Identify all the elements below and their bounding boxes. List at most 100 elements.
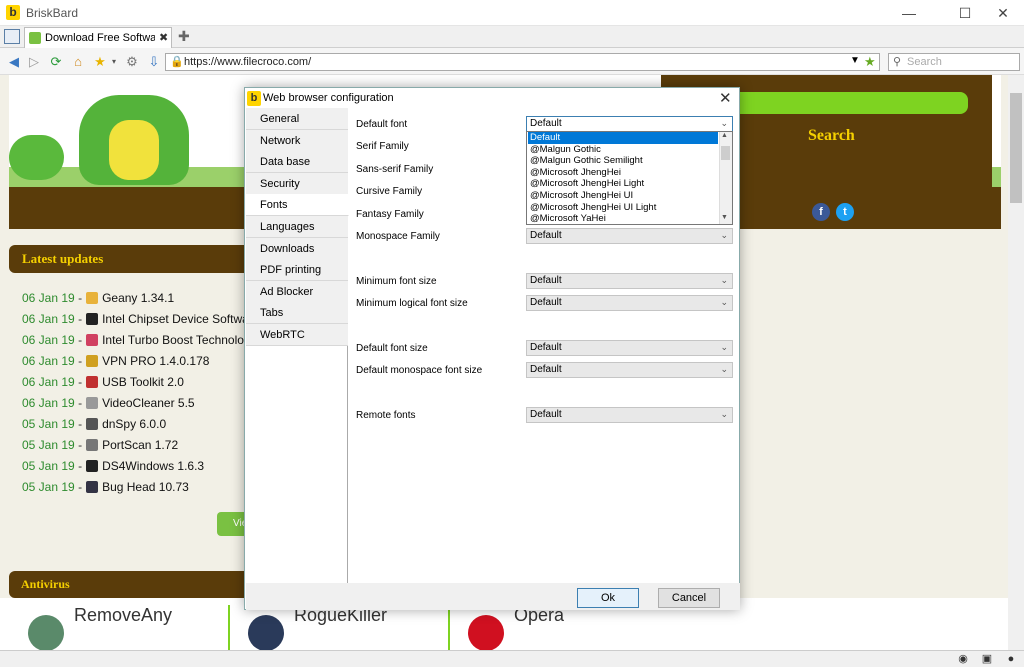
update-app-name[interactable]: Intel Chipset Device Softwar [102, 312, 253, 326]
update-app-name[interactable]: dnSpy 6.0.0 [102, 417, 166, 431]
cancel-button[interactable]: Cancel [658, 588, 720, 608]
default-font-select[interactable]: Default ⌄ [526, 116, 733, 132]
update-list-item[interactable]: 05 Jan 19 - DS4Windows 1.6.3 [22, 459, 204, 479]
update-list-item[interactable]: 06 Jan 19 - VideoCleaner 5.5 [22, 396, 195, 416]
update-app-name[interactable]: Bug Head 10.73 [102, 480, 189, 494]
home-icon[interactable]: ⌂ [70, 54, 86, 70]
close-window-button[interactable]: ✕ [980, 0, 1024, 26]
default-font-size-value: Default [530, 342, 562, 353]
update-separator: - [78, 375, 83, 389]
monospace-family-select[interactable]: Default ⌄ [526, 228, 733, 244]
update-separator: - [78, 396, 83, 410]
sidebar-item-webrtc[interactable]: WebRTC [246, 324, 348, 346]
crocodile-belly [109, 120, 159, 180]
font-option[interactable]: @Microsoft JhengHei UI [528, 190, 718, 202]
sidebar-item-pdf-printing[interactable]: PDF printing [246, 259, 348, 282]
ok-button[interactable]: Ok [577, 588, 639, 608]
default-font-value: Default [530, 118, 562, 129]
app-icon [86, 460, 99, 472]
update-list-item[interactable]: 05 Jan 19 - dnSpy 6.0.0 [22, 417, 166, 437]
sidebar-item-downloads[interactable]: Downloads [246, 237, 348, 260]
update-list-item[interactable]: 05 Jan 19 - PortScan 1.72 [22, 438, 178, 458]
update-date: 06 Jan 19 [22, 312, 75, 326]
update-list-item[interactable]: 06 Jan 19 - Geany 1.34.1 [22, 291, 174, 311]
update-separator: - [78, 291, 83, 305]
status-icon-1[interactable]: ◉ [956, 652, 970, 666]
tab-close-icon[interactable]: ✖ [159, 31, 168, 44]
scroll-down-icon[interactable]: ▼ [721, 214, 728, 221]
sidebar-item-ad-blocker[interactable]: Ad Blocker [246, 280, 348, 303]
new-tab-icon[interactable]: ✚ [178, 28, 190, 45]
font-option[interactable]: @Microsoft JhengHei [528, 167, 718, 179]
default-font-size-label: Default font size [356, 343, 428, 354]
site-search-button[interactable]: Search [808, 127, 855, 145]
default-font-size-select[interactable]: Default ⌄ [526, 340, 733, 356]
facebook-icon[interactable]: f [812, 203, 830, 221]
sidebar-item-languages[interactable]: Languages [246, 216, 348, 238]
page-scroll-thumb[interactable] [1010, 93, 1022, 203]
font-option[interactable]: Default [528, 132, 718, 144]
minimize-button[interactable]: — [886, 0, 932, 26]
font-option[interactable]: @Malgun Gothic Semilight [528, 155, 718, 167]
product-removeany[interactable]: RemoveAny [74, 605, 172, 626]
status-icon-2[interactable]: ▣ [980, 652, 994, 666]
font-option[interactable]: @Microsoft JhengHei Light [528, 178, 718, 190]
tab-filecroco[interactable]: Download Free Software f ✖ [24, 27, 172, 49]
update-list-item[interactable]: 06 Jan 19 - USB Toolkit 2.0 [22, 375, 184, 395]
back-icon[interactable]: ◀ [6, 54, 22, 70]
update-app-name[interactable]: Intel Turbo Boost Technolog [102, 333, 251, 347]
font-option[interactable]: @Microsoft YaHei [528, 213, 718, 224]
app-icon [86, 418, 99, 430]
update-list-item[interactable]: 05 Jan 19 - Bug Head 10.73 [22, 480, 189, 500]
update-app-name[interactable]: VideoCleaner 5.5 [102, 396, 195, 410]
update-app-name[interactable]: VPN PRO 1.4.0.178 [102, 354, 209, 368]
default-font-dropdown-list[interactable]: @Microsoft YaHei @Microsoft JhengHei UI L… [526, 131, 733, 225]
favorites-dropdown-icon[interactable]: ▾ [106, 54, 122, 70]
tab-list-icon[interactable] [4, 29, 20, 44]
update-list-item[interactable]: 06 Jan 19 - VPN PRO 1.4.0.178 [22, 354, 209, 374]
font-option[interactable]: @Microsoft JhengHei UI Light [528, 202, 718, 214]
roguekiller-logo-icon[interactable] [248, 615, 284, 650]
sidebar-item-network[interactable]: Network [246, 129, 348, 152]
min-logical-font-size-select[interactable]: Default ⌄ [526, 295, 733, 311]
opera-logo-icon[interactable] [468, 615, 504, 650]
update-app-name[interactable]: PortScan 1.72 [102, 438, 178, 452]
update-list-item[interactable]: 06 Jan 19 - Intel Chipset Device Softwar [22, 312, 253, 332]
chevron-down-icon: ⌄ [720, 364, 728, 374]
cursive-family-label: Cursive Family [356, 186, 423, 197]
reload-icon[interactable]: ⟳ [48, 54, 64, 70]
dropdown-scroll-thumb[interactable] [721, 146, 730, 160]
sidebar-item-data-base[interactable]: Data base [246, 151, 348, 174]
removeany-logo-icon[interactable] [28, 615, 64, 650]
search-placeholder: Search [907, 56, 942, 68]
status-icon-3[interactable]: ● [1004, 652, 1018, 666]
forward-icon[interactable]: ▷ [26, 54, 42, 70]
bookmark-star-icon[interactable]: ★ [864, 54, 876, 70]
update-app-name[interactable]: DS4Windows 1.6.3 [102, 459, 204, 473]
sidebar-item-general[interactable]: General [246, 108, 348, 130]
update-app-name[interactable]: USB Toolkit 2.0 [102, 375, 184, 389]
scroll-up-icon[interactable]: ▲ [721, 132, 728, 139]
view-all-button[interactable]: Vie [217, 512, 247, 536]
app-icon [86, 355, 99, 367]
url-text[interactable]: https://www.filecroco.com/ [184, 56, 311, 68]
min-font-size-select[interactable]: Default ⌄ [526, 273, 733, 289]
update-date: 06 Jan 19 [22, 375, 75, 389]
search-input[interactable]: ⚲ Search [888, 53, 1020, 71]
sidebar-item-security[interactable]: Security [246, 172, 348, 195]
tab-bar: Download Free Software f ✖ ✚ [0, 26, 1024, 49]
update-app-name[interactable]: Geany 1.34.1 [102, 291, 174, 305]
download-icon[interactable]: ⇩ [146, 54, 162, 70]
settings-gear-icon[interactable]: ⚙ [124, 54, 140, 70]
font-option[interactable]: @Malgun Gothic [528, 144, 718, 156]
url-history-dropdown-icon[interactable]: ▼ [850, 55, 860, 66]
address-bar[interactable]: 🔒 https://www.filecroco.com/ ▼ ★ [165, 53, 880, 71]
update-list-item[interactable]: 06 Jan 19 - Intel Turbo Boost Technolog [22, 333, 251, 353]
dialog-close-icon[interactable]: ✕ [719, 89, 732, 107]
sidebar-item-fonts[interactable]: Fonts [246, 194, 349, 217]
latest-updates-title: Latest updates [22, 251, 104, 266]
sidebar-item-tabs[interactable]: Tabs [246, 302, 348, 325]
twitter-icon[interactable]: t [836, 203, 854, 221]
remote-fonts-select[interactable]: Default ⌄ [526, 407, 733, 423]
default-mono-font-size-select[interactable]: Default ⌄ [526, 362, 733, 378]
